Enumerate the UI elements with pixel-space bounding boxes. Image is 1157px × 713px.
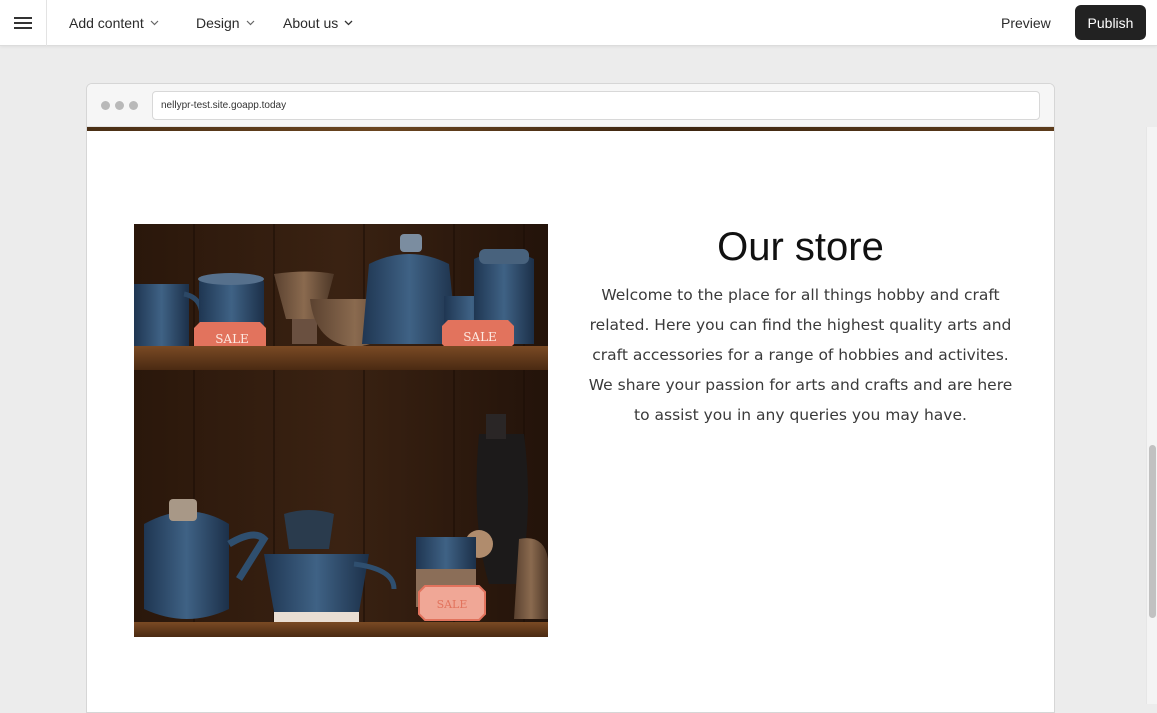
window-dot-icon bbox=[129, 101, 138, 110]
editor-toolbar: Add content Design About us Preview Publ… bbox=[0, 0, 1157, 46]
about-us-menu[interactable]: About us bbox=[283, 0, 353, 46]
sale-tag: SALE bbox=[418, 585, 486, 621]
menu-button[interactable] bbox=[0, 0, 47, 46]
add-content-label: Add content bbox=[69, 15, 144, 31]
add-content-menu[interactable]: Add content bbox=[69, 0, 159, 46]
pottery-shelf-image: SALE SALE SALE bbox=[134, 224, 548, 637]
section-title[interactable]: Our store bbox=[582, 224, 1019, 270]
about-us-label: About us bbox=[283, 15, 339, 31]
header-image-strip bbox=[87, 127, 1054, 131]
site-preview-frame: nellypr-test.site.goapp.today SALE SALE … bbox=[86, 83, 1055, 713]
window-dot-icon bbox=[101, 101, 110, 110]
chevron-down-icon bbox=[344, 20, 353, 26]
store-photo[interactable]: SALE SALE SALE bbox=[134, 224, 548, 637]
design-label: Design bbox=[196, 15, 240, 31]
svg-text:SALE: SALE bbox=[215, 332, 249, 346]
chevron-down-icon bbox=[246, 20, 255, 26]
page-scrollbar[interactable] bbox=[1146, 127, 1157, 704]
design-menu[interactable]: Design bbox=[196, 0, 255, 46]
preview-button[interactable]: Preview bbox=[1001, 0, 1051, 46]
publish-button[interactable]: Publish bbox=[1075, 5, 1146, 40]
chevron-down-icon bbox=[150, 20, 159, 26]
sale-tag: SALE bbox=[442, 320, 514, 350]
url-bar[interactable]: nellypr-test.site.goapp.today bbox=[152, 91, 1040, 120]
svg-text:SALE: SALE bbox=[463, 330, 497, 344]
svg-text:SALE: SALE bbox=[437, 598, 468, 611]
window-dot-icon bbox=[115, 101, 124, 110]
browser-chrome: nellypr-test.site.goapp.today bbox=[87, 84, 1054, 127]
hamburger-icon bbox=[14, 17, 32, 29]
section-body-text[interactable]: Welcome to the place for all things hobb… bbox=[582, 280, 1019, 430]
scrollbar-thumb[interactable] bbox=[1149, 445, 1156, 618]
